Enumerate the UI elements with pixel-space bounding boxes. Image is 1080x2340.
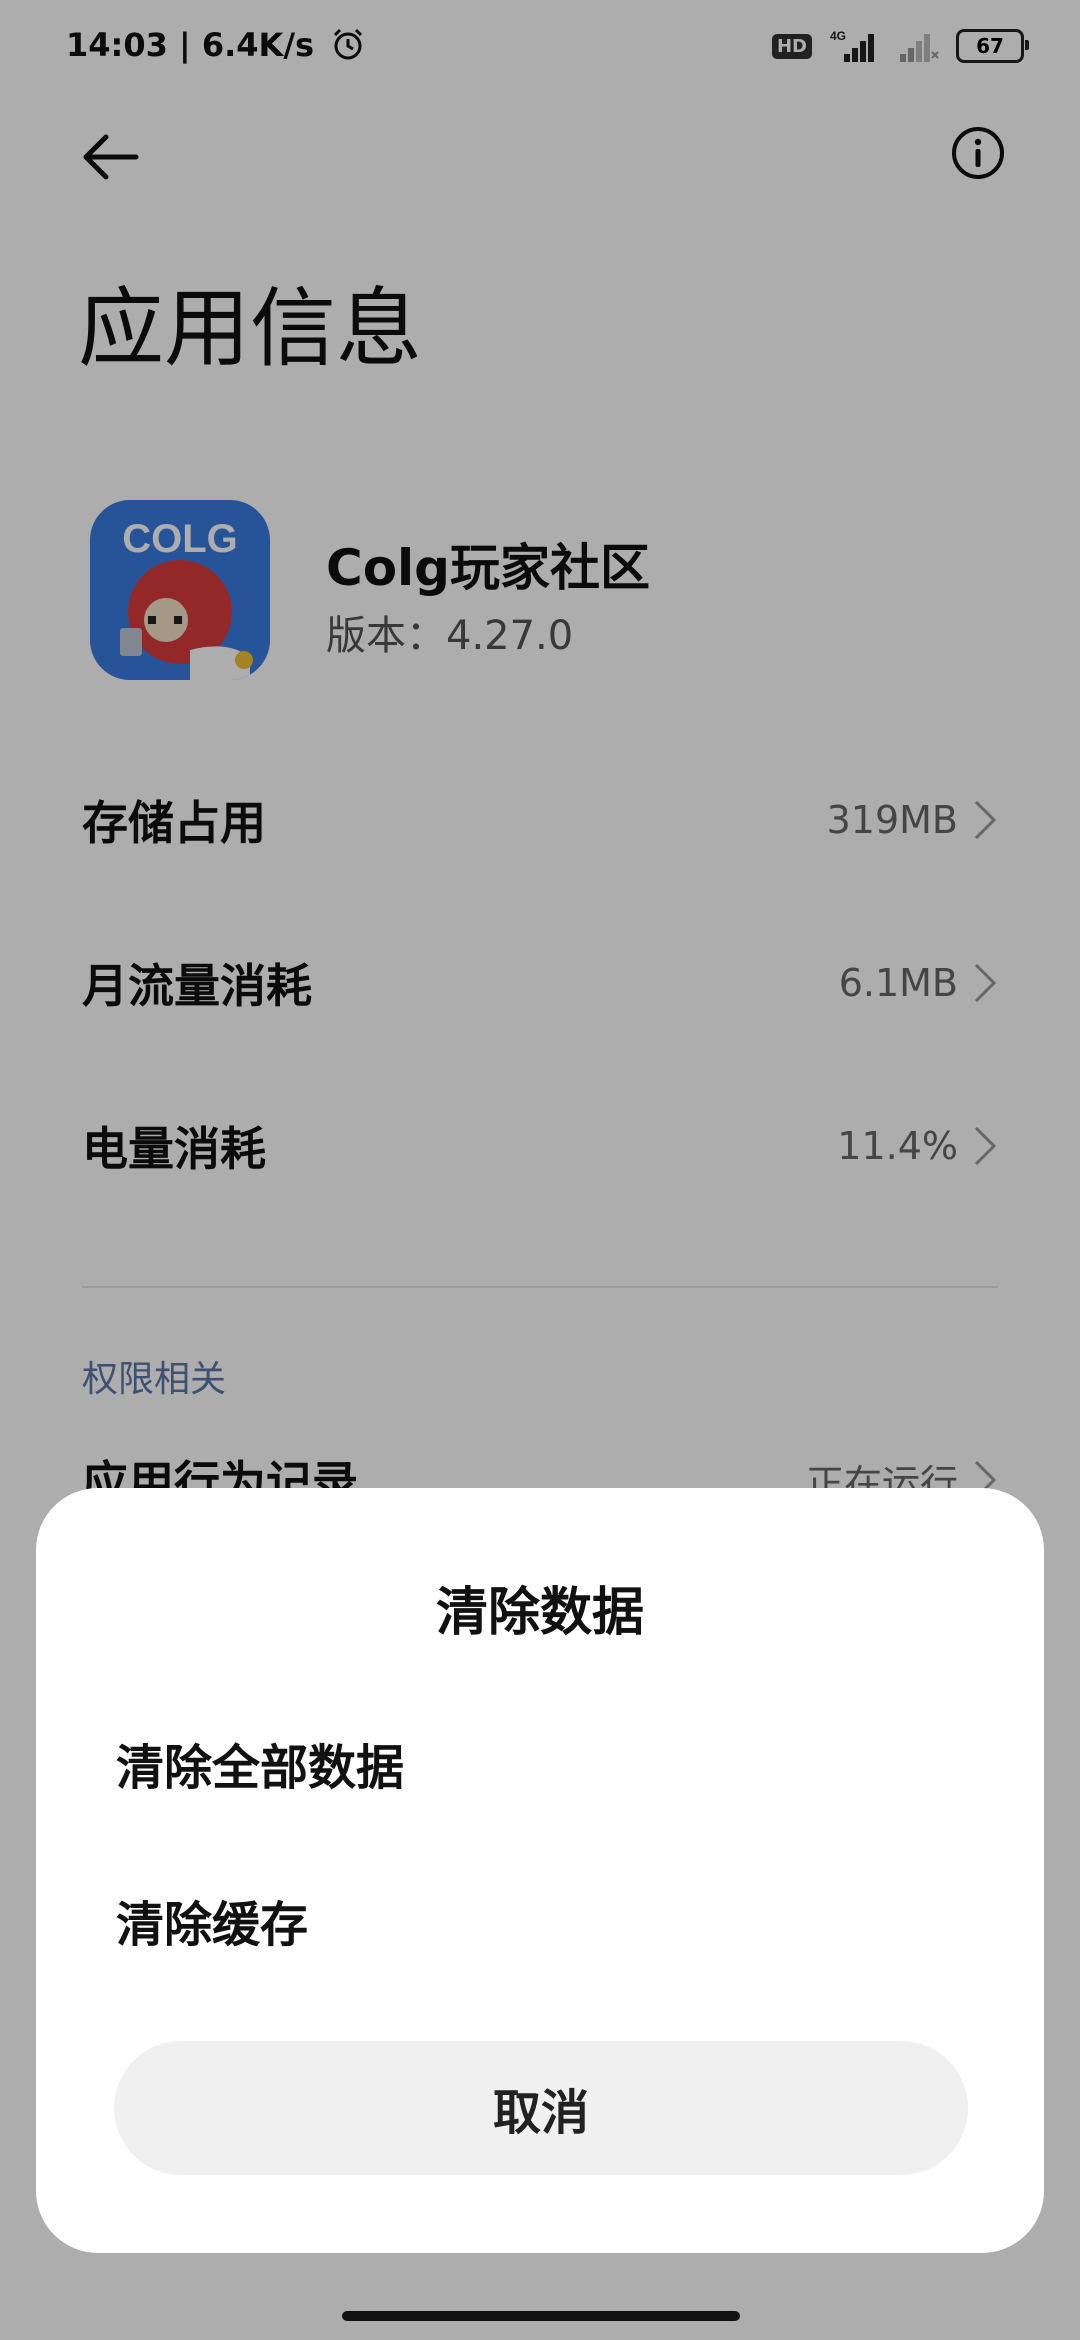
dialog-title: 清除数据 (435, 1583, 644, 1643)
clear-all-data-option[interactable]: 清除全部数据 (116, 1728, 404, 1798)
home-indicator[interactable] (342, 2311, 740, 2321)
clear-data-dialog: 清除数据 清除全部数据 清除缓存 取消 (36, 1488, 1044, 2253)
clear-cache-option[interactable]: 清除缓存 (116, 1885, 308, 1955)
cancel-button[interactable]: 取消 (114, 2041, 968, 2175)
